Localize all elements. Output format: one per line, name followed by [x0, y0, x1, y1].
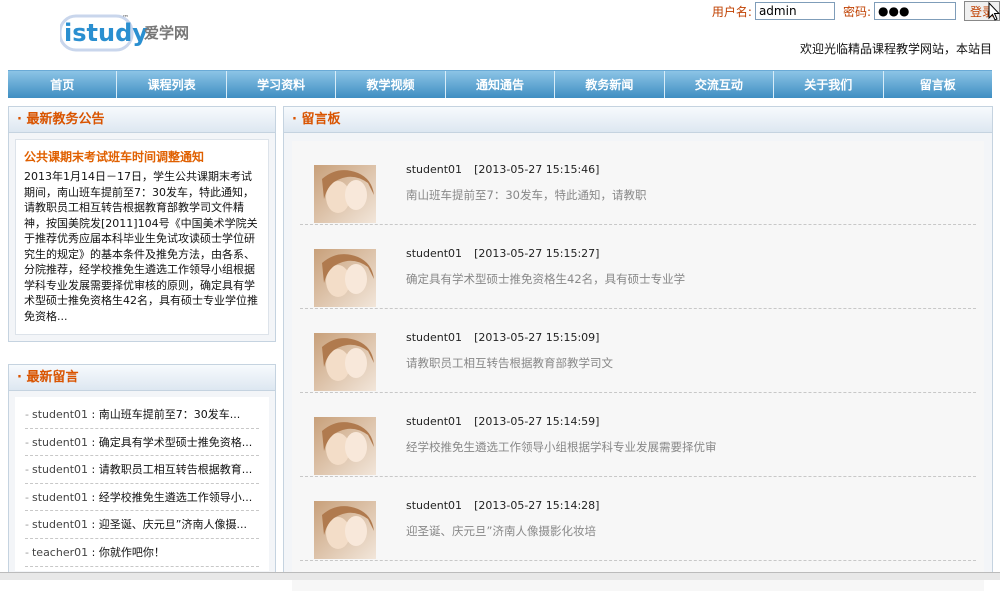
nav-news[interactable]: 教务新闻	[555, 71, 665, 98]
message-board-panel: · 留言板 student01 [2013-05-27 15:15:46] 南山班…	[283, 106, 993, 591]
message-author: teacher01	[31, 545, 89, 559]
entry-text: 经学校推免生遴选工作领导小组根据学科专业发展需要择优审	[406, 440, 717, 454]
username-input[interactable]	[754, 2, 835, 20]
notice-panel-title: 最新教务公告	[26, 112, 105, 127]
list-item[interactable]: - student01 : 经学校推免生遴选工作领导小...	[25, 484, 259, 512]
message-author: student01	[31, 518, 89, 532]
entry-time: [2013-05-27 15:14:59]	[474, 415, 600, 428]
message-entry: student01 [2013-05-27 15:15:27] 确定具有学术型硕士…	[300, 225, 976, 309]
password-label: 密码:	[842, 4, 871, 19]
nav-videos[interactable]: 教学视频	[336, 71, 446, 98]
logo-tm: ™	[122, 14, 129, 22]
entry-time: [2013-05-27 15:15:27]	[474, 247, 600, 260]
avatar	[314, 333, 376, 391]
logo-cn-name: 爱学网	[144, 24, 189, 42]
message-author: student01	[31, 490, 89, 504]
latest-messages-title: 最新留言	[26, 370, 79, 385]
list-item[interactable]: - teacher01 : 你就作吧你！	[25, 539, 259, 567]
notice-title-link[interactable]: 公共课期末考试班车时间调整通知	[24, 148, 260, 165]
message-snippet: 南山班车提前至7：30发车...	[98, 408, 241, 421]
latest-messages-panel: · 最新留言 - student01 : 南山班车提前至7：30发车... - st…	[8, 364, 276, 580]
message-entry: student01 [2013-05-27 15:15:09] 请教职员工相互转告…	[300, 309, 976, 393]
latest-messages-header: · 最新留言	[9, 365, 275, 391]
password-input[interactable]	[874, 2, 956, 20]
message-board-list: student01 [2013-05-27 15:15:46] 南山班车提前至7：…	[292, 141, 984, 591]
nav-notices[interactable]: 通知通告	[446, 71, 556, 98]
list-item[interactable]: - student01 : 确定具有学术型硕士推免资格...	[25, 429, 259, 457]
message-author: student01	[31, 463, 89, 477]
welcome-marquee: 欢迎光临精品课程教学网站，本站目	[799, 42, 992, 56]
message-snippet: 确定具有学术型硕士推免资格...	[98, 435, 253, 449]
login-form: 用户名: 密码: 登录	[704, 0, 1000, 22]
message-author: student01	[31, 435, 89, 449]
message-author: student01	[31, 408, 89, 421]
entry-text: 请教职员工相互转告根据教育部教学司文	[406, 356, 613, 370]
notice-body: 2013年1月14日－17日，学生公共课期末考试期间，南山班车提前至7：30发车…	[24, 170, 258, 323]
entry-text: 确定具有学术型硕士推免资格生42名，具有硕士专业学	[406, 272, 686, 286]
browser-status-bar	[0, 572, 1000, 580]
entry-time: [2013-05-27 15:15:46]	[474, 163, 600, 176]
entry-author: student01	[406, 247, 463, 260]
nav-interaction[interactable]: 交流互动	[665, 71, 775, 98]
entry-time: [2013-05-27 15:15:09]	[474, 331, 600, 344]
nav-about[interactable]: 关于我们	[774, 71, 884, 98]
mouse-cursor-icon	[988, 1, 1000, 25]
entry-text: 迎圣诞、庆元旦”济南人像摄影化妆培	[406, 524, 596, 538]
notice-panel: · 最新教务公告 公共课期末考试班车时间调整通知 2013年1月14日－17日，…	[8, 106, 276, 342]
avatar	[314, 249, 376, 307]
message-entry: student01 [2013-05-27 15:14:59] 经学校推免生遴选工…	[300, 393, 976, 477]
entry-author: student01	[406, 331, 463, 344]
list-item[interactable]: - student01 : 迎圣诞、庆元旦”济南人像摄...	[25, 511, 259, 539]
nav-course-list[interactable]: 课程列表	[117, 71, 227, 98]
username-label: 用户名:	[711, 4, 752, 19]
nav-materials[interactable]: 学习资料	[227, 71, 337, 98]
entry-author: student01	[406, 415, 463, 428]
latest-messages-list: - student01 : 南山班车提前至7：30发车... - student01…	[15, 397, 269, 571]
notice-content: 公共课期末考试班车时间调整通知 2013年1月14日－17日，学生公共课期末考试…	[15, 139, 269, 335]
nav-home[interactable]: 首页	[8, 71, 118, 98]
site-logo[interactable]: istudy ™ 爱学网	[60, 8, 220, 56]
message-board-header: · 留言板	[284, 107, 992, 133]
message-entry: student01 [2013-05-27 15:14:28] 迎圣诞、庆元旦”济…	[300, 477, 976, 561]
left-column: · 最新教务公告 公共课期末考试班车时间调整通知 2013年1月14日－17日，…	[8, 106, 276, 580]
main-nav: 首页 课程列表 学习资料 教学视频 通知通告 教务新闻 交流互动 关于我们 留言…	[8, 70, 992, 98]
message-entry: student01 [2013-05-27 15:15:46] 南山班车提前至7：…	[300, 141, 976, 225]
message-snippet: 迎圣诞、庆元旦”济南人像摄...	[98, 518, 247, 532]
avatar	[314, 165, 376, 223]
avatar	[314, 417, 376, 475]
nav-message-board[interactable]: 留言板	[884, 71, 992, 98]
message-board-title: 留言板	[301, 112, 341, 127]
page-header: istudy ™ 爱学网 用户名: 密码: 登录 欢迎光临精品课程教学网站，本站…	[0, 0, 1000, 70]
entry-time: [2013-05-27 15:14:28]	[474, 499, 600, 512]
list-item[interactable]: - student01 : 南山班车提前至7：30发车...	[25, 401, 259, 429]
logo-wordmark: istudy	[64, 19, 148, 47]
entry-author: student01	[406, 163, 463, 176]
message-snippet: 你就作吧你！	[98, 545, 165, 559]
list-item[interactable]: - student01 : 请教职员工相互转告根据教育...	[25, 456, 259, 484]
notice-panel-header: · 最新教务公告	[9, 107, 275, 133]
avatar	[314, 501, 376, 559]
message-snippet: 经学校推免生遴选工作领导小...	[98, 490, 253, 504]
entry-text: 南山班车提前至7：30发车，特此通知，请教职	[406, 188, 647, 202]
entry-author: student01	[406, 499, 463, 512]
message-snippet: 请教职员工相互转告根据教育...	[98, 463, 253, 477]
